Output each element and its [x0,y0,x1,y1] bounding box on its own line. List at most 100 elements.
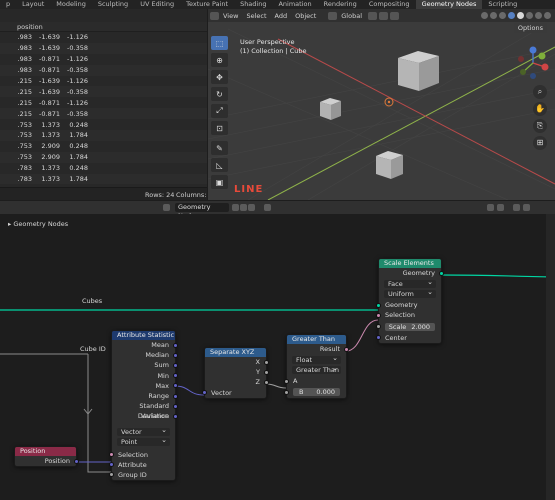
node-tree-selector[interactable]: Geometry Nodes [175,203,229,220]
node-header[interactable]: Attribute Statistic [112,331,175,340]
solid-shading-icon[interactable] [517,12,524,19]
scale-field[interactable]: Scale 2.000 [376,322,435,331]
close-icon[interactable] [248,204,255,211]
socket-dot[interactable] [109,452,114,458]
options-dropdown[interactable]: Options [513,23,547,33]
pan-icon[interactable]: ✋ [533,102,547,116]
menu-select[interactable]: Select [242,12,270,20]
node-tree-icon[interactable] [163,204,170,211]
b-field[interactable]: B 0.000 [284,388,340,397]
move-tool-icon[interactable]: ✥ [211,70,228,84]
node-header[interactable]: Separate XYZ [205,348,266,357]
view-options-icon[interactable] [523,204,530,211]
socket-dot[interactable] [74,458,79,464]
node-editor-canvas[interactable]: ▸ Geometry Nodes Cubes Cube ID Scale Ele… [0,214,555,500]
copy-icon[interactable] [240,204,247,211]
socket-dot[interactable] [284,389,289,395]
socket-dot[interactable] [376,312,381,318]
render-shading-icon[interactable] [535,12,542,19]
node-header[interactable]: Greater Than [287,335,346,344]
socket-dot[interactable] [202,390,207,396]
pin-icon[interactable] [264,204,271,211]
node-header[interactable]: Position [15,447,76,456]
tab-shading[interactable]: Shading [234,0,272,9]
socket-dot[interactable] [109,472,114,478]
mode-dropdown[interactable]: Uniform [384,288,436,299]
sidebar-strip[interactable] [546,214,555,500]
camera-view-icon[interactable]: ⎘ [533,119,547,133]
tab-sculpting[interactable]: Sculpting [92,0,134,9]
socket-dot[interactable] [376,302,381,308]
operation-dropdown[interactable]: Greater Than [292,364,341,375]
tab-animation[interactable]: Animation [272,0,317,9]
cursor-tool-icon[interactable]: ⊕ [211,53,228,67]
socket-dot[interactable] [376,335,381,341]
overlay-icon[interactable] [499,12,506,19]
type-dropdown[interactable]: Vector [117,426,170,436]
annotate-tool-icon[interactable]: ✎ [211,141,228,155]
type-dropdown[interactable]: Float [292,354,341,365]
scale-tool-icon[interactable]: ⤢ [211,104,228,118]
node-position[interactable]: Position Position [14,446,79,468]
proportional-icon[interactable] [390,11,400,20]
domain-dropdown[interactable]: Point [117,436,170,446]
socket-dot[interactable] [173,393,178,399]
tab-rendering[interactable]: Rendering [318,0,363,9]
node-scale-elements[interactable]: Scale Elements Geometry Face Uniform Geo… [376,258,444,344]
socket-dot[interactable] [173,413,178,419]
socket-dot[interactable] [376,324,381,330]
add-cube-tool-icon[interactable]: ▣ [211,175,228,189]
visibility-icon[interactable] [481,12,488,19]
measure-tool-icon[interactable]: ◺ [211,158,228,172]
socket-dot[interactable] [284,378,289,384]
gizmo-icon[interactable] [490,12,497,19]
socket-dot[interactable] [173,403,178,409]
menu-object[interactable]: Object [291,12,320,20]
socket-dot[interactable] [109,462,114,468]
tab-modeling[interactable]: Modeling [50,0,92,9]
socket-dot[interactable] [264,359,269,365]
xray-icon[interactable] [508,12,515,19]
select-box-tool-icon[interactable]: ⬚ [211,36,228,50]
orientation-dropdown[interactable]: Global [337,12,366,20]
tab-uv-editing[interactable]: UV Editing [134,0,180,9]
shading-options-icon[interactable] [544,12,551,19]
zoom-icon[interactable]: ⌕ [533,85,547,99]
table-cell: .215 [17,87,32,96]
tab-geometry-nodes[interactable]: Geometry Nodes [415,0,483,9]
tab-scripting[interactable]: Scripting [482,0,523,9]
transform-tool-icon[interactable]: ⊡ [211,121,228,135]
pivot-icon[interactable] [368,11,378,20]
material-shading-icon[interactable] [526,12,533,19]
editor-type-icon[interactable] [210,11,219,20]
socket-dot[interactable] [344,346,349,352]
socket-dot[interactable] [173,362,178,368]
socket-dot[interactable] [173,342,178,348]
backdrop-icon[interactable] [513,204,520,211]
node-greater-than[interactable]: Greater Than Result Float Greater Than A… [284,334,349,400]
3d-viewport[interactable]: View Select Add Object Global Options Us… [208,9,555,200]
tab-compositing[interactable]: Compositing [363,0,416,9]
tab-texture-paint[interactable]: Texture Paint [180,0,234,9]
navigation-gizmo[interactable] [515,45,551,81]
menu-add[interactable]: Add [271,12,292,20]
shield-icon[interactable] [232,204,239,211]
perspective-toggle-icon[interactable]: ⊞ [533,136,547,150]
snap-icon[interactable] [379,11,389,20]
rotate-tool-icon[interactable]: ↻ [211,87,228,101]
socket-dot[interactable] [264,379,269,385]
node-links [0,274,555,473]
spreadsheet-column-header[interactable]: position [0,22,207,32]
menu-view[interactable]: View [219,12,242,20]
socket-dot[interactable] [439,270,444,276]
node-header[interactable]: Scale Elements [379,259,441,268]
node-attribute-statistic[interactable]: Attribute Statistic Mean Median Sum Min … [109,330,178,482]
overlay-toggle-icon[interactable] [487,204,494,211]
tab-p[interactable]: p [0,0,16,9]
node-separate-xyz[interactable]: Separate XYZ X Y Z Vector [202,347,269,399]
snap-toggle-icon[interactable] [497,204,504,211]
domain-dropdown[interactable]: Face [384,278,436,289]
socket-dot[interactable] [264,369,269,375]
tab-layout[interactable]: Layout [16,0,50,9]
socket-dot[interactable] [173,352,178,358]
